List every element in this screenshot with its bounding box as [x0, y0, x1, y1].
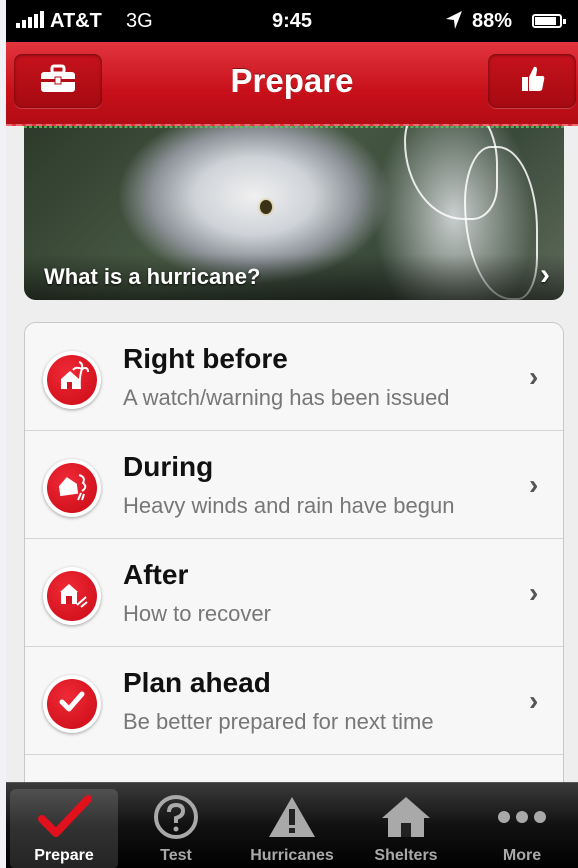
- battery-icon: [532, 14, 566, 28]
- badge: [43, 675, 101, 733]
- list-item-plan-ahead[interactable]: Plan ahead Be better prepared for next t…: [25, 647, 563, 755]
- chevron-right-icon: ›: [529, 685, 539, 716]
- question-icon: [122, 791, 230, 843]
- tab-label: Hurricanes: [250, 847, 334, 864]
- tab-label: Prepare: [34, 847, 94, 864]
- chevron-right-icon: ›: [529, 577, 539, 608]
- status-bar: AT&T 3G 9:45 88%: [6, 0, 578, 42]
- chevron-right-icon: ›: [529, 469, 539, 500]
- tab-test[interactable]: Test: [122, 789, 230, 868]
- battery-percent: 88%: [472, 10, 513, 32]
- house-storm-icon: [55, 469, 89, 508]
- more-dots-icon: [468, 791, 576, 843]
- tab-label: Shelters: [374, 847, 438, 864]
- badge: [43, 459, 101, 517]
- hurricane-hero-banner[interactable]: What is a hurricane? ›: [24, 126, 564, 300]
- house-recover-icon: [55, 577, 89, 616]
- list-item-subtitle: Heavy winds and rain have begun: [123, 493, 455, 518]
- thumbs-up-button[interactable]: [488, 54, 576, 108]
- tab-hurricanes[interactable]: Hurricanes: [238, 789, 346, 868]
- location-arrow-icon: [444, 9, 464, 37]
- tab-bar: Prepare Test Hurricanes Shelters More: [6, 782, 578, 868]
- list-item-after[interactable]: After How to recover ›: [25, 539, 563, 647]
- tab-prepare[interactable]: Prepare: [10, 789, 118, 868]
- thumbs-up-icon: [517, 64, 547, 99]
- phone-screen: AT&T 3G 9:45 88% Prepare What is a hurri…: [6, 0, 578, 868]
- list-item-right-before[interactable]: Right before A watch/warning has been is…: [25, 323, 563, 431]
- house-palm-icon: [55, 360, 89, 400]
- tab-more[interactable]: More: [468, 789, 576, 868]
- warning-icon: [238, 791, 346, 843]
- list-item-title: During: [123, 451, 214, 482]
- list-item-subtitle: A watch/warning has been issued: [123, 385, 450, 410]
- list-item-during[interactable]: During Heavy winds and rain have begun ›: [25, 431, 563, 539]
- list-item-subtitle: Be better prepared for next time: [123, 709, 434, 734]
- tab-shelters[interactable]: Shelters: [352, 789, 460, 868]
- chevron-right-icon: ›: [540, 258, 550, 291]
- chevron-right-icon: ›: [529, 361, 539, 392]
- house-icon: [352, 791, 460, 843]
- checkmark-icon: [57, 687, 87, 722]
- hero-caption: What is a hurricane?: [44, 264, 261, 289]
- list-item-subtitle: How to recover: [123, 601, 271, 626]
- navigation-bar: Prepare: [6, 42, 578, 126]
- tab-label: More: [502, 847, 542, 864]
- tab-label: Test: [160, 847, 192, 864]
- list-item-title: Right before: [123, 343, 288, 374]
- list-item-title: Plan ahead: [123, 667, 271, 698]
- list-item-title: After: [123, 559, 189, 590]
- badge: [43, 567, 101, 625]
- badge: [43, 351, 101, 409]
- page-background: AT&T 3G 9:45 88% Prepare What is a hurri…: [0, 0, 578, 868]
- checkmark-icon: [10, 791, 118, 843]
- hurricane-eye: [260, 200, 272, 214]
